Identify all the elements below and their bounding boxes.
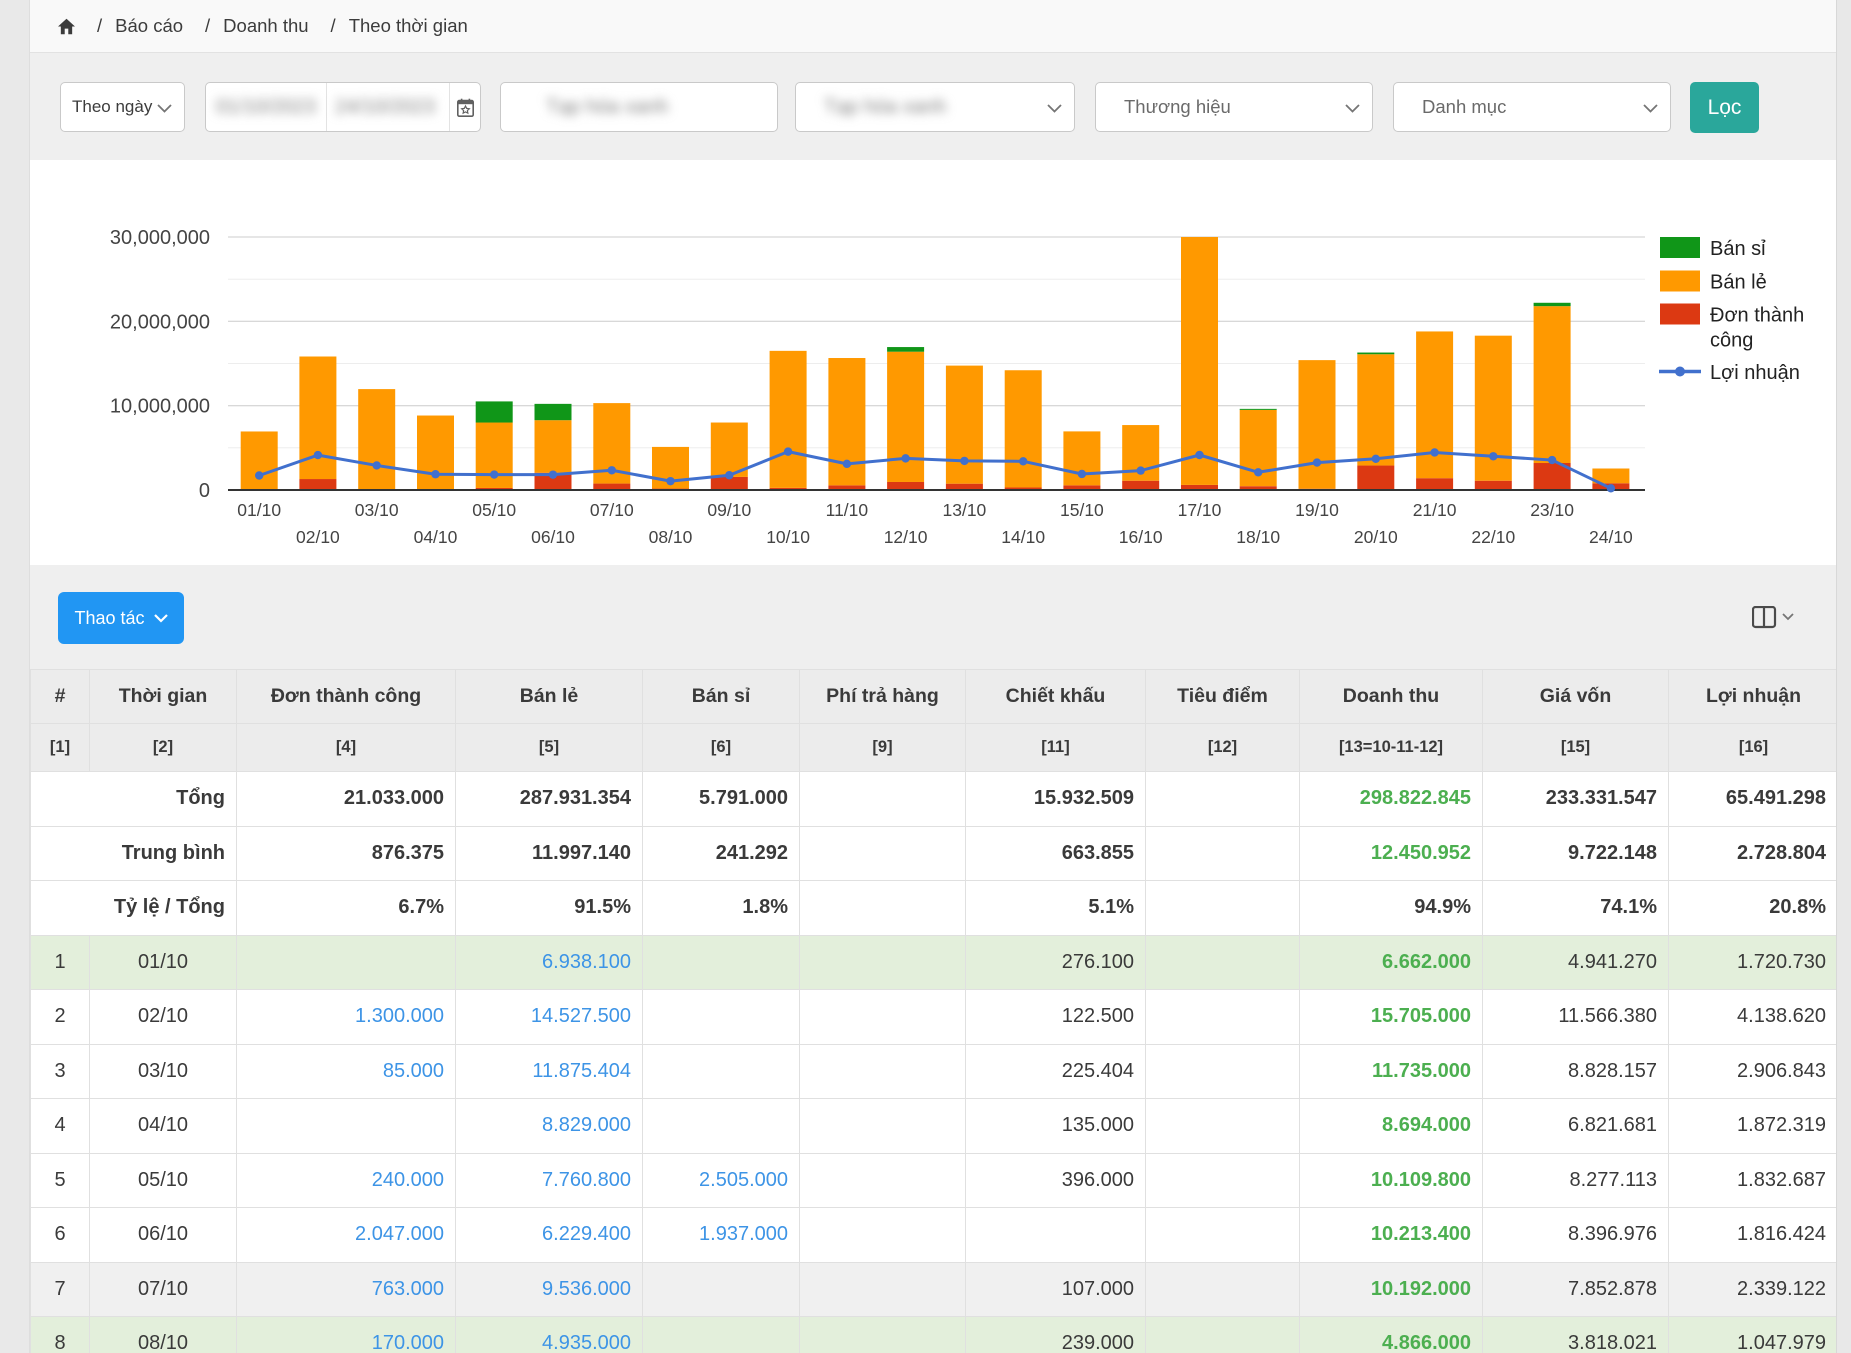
svg-text:21/10: 21/10 bbox=[1413, 500, 1457, 520]
svg-text:10/10: 10/10 bbox=[766, 527, 810, 547]
svg-text:23/10: 23/10 bbox=[1530, 500, 1574, 520]
svg-text:02/10: 02/10 bbox=[296, 527, 340, 547]
svg-text:13/10: 13/10 bbox=[943, 500, 987, 520]
svg-text:09/10: 09/10 bbox=[707, 500, 751, 520]
svg-text:20/10: 20/10 bbox=[1354, 527, 1398, 547]
svg-text:03/10: 03/10 bbox=[355, 500, 399, 520]
svg-text:Lợi nhuận: Lợi nhuận bbox=[1710, 362, 1800, 384]
svg-text:12/10: 12/10 bbox=[884, 527, 928, 547]
svg-text:07/10: 07/10 bbox=[590, 500, 634, 520]
svg-text:30,000,000: 30,000,000 bbox=[110, 227, 210, 249]
svg-text:16/10: 16/10 bbox=[1119, 527, 1163, 547]
svg-text:công: công bbox=[1710, 330, 1753, 352]
svg-text:Bán lẻ: Bán lẻ bbox=[1710, 272, 1767, 294]
svg-text:19/10: 19/10 bbox=[1295, 500, 1339, 520]
svg-text:20,000,000: 20,000,000 bbox=[110, 311, 210, 333]
svg-text:11/10: 11/10 bbox=[826, 500, 869, 520]
svg-text:0: 0 bbox=[199, 480, 210, 502]
svg-text:15/10: 15/10 bbox=[1060, 500, 1104, 520]
svg-text:08/10: 08/10 bbox=[649, 527, 693, 547]
svg-text:04/10: 04/10 bbox=[414, 527, 458, 547]
svg-text:22/10: 22/10 bbox=[1471, 527, 1515, 547]
svg-text:05/10: 05/10 bbox=[472, 500, 516, 520]
svg-text:Đơn thành: Đơn thành bbox=[1710, 305, 1804, 327]
svg-text:10,000,000: 10,000,000 bbox=[110, 396, 210, 418]
svg-text:18/10: 18/10 bbox=[1236, 527, 1280, 547]
svg-text:17/10: 17/10 bbox=[1178, 500, 1222, 520]
svg-text:06/10: 06/10 bbox=[531, 527, 575, 547]
svg-text:01/10: 01/10 bbox=[237, 500, 281, 520]
svg-text:14/10: 14/10 bbox=[1001, 527, 1045, 547]
svg-text:24/10: 24/10 bbox=[1589, 527, 1633, 547]
svg-text:Bán sỉ: Bán sỉ bbox=[1710, 238, 1766, 260]
